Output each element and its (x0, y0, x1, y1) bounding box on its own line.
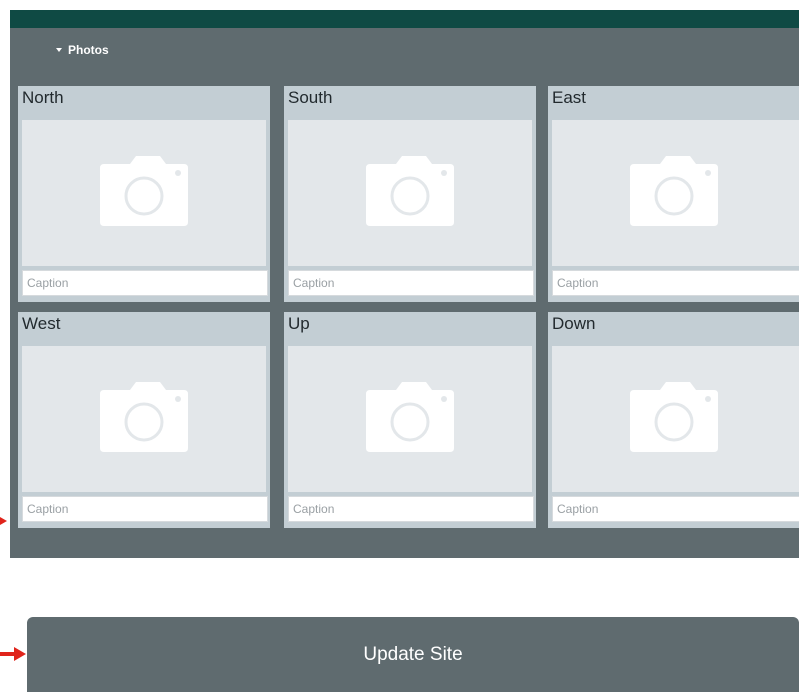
caret-down-icon (56, 48, 62, 52)
photo-card-title: Up (288, 314, 310, 333)
photo-drop-area[interactable] (22, 120, 266, 266)
caption-input[interactable] (288, 496, 534, 522)
caption-input[interactable] (22, 270, 268, 296)
photo-card-up: Up (284, 312, 536, 528)
photo-card-title: West (22, 314, 61, 333)
photo-card-title: East (552, 88, 587, 107)
photos-section-title: Photos (68, 43, 109, 57)
caption-input[interactable] (288, 270, 534, 296)
camera-icon (366, 156, 454, 226)
photo-drop-area[interactable] (288, 346, 532, 492)
photo-card-title: South (288, 88, 333, 107)
camera-icon (100, 382, 188, 452)
caption-input[interactable] (552, 496, 799, 522)
photo-card-west: West (18, 312, 270, 528)
update-site-button[interactable]: Update Site (27, 617, 799, 692)
photo-card-south: South (284, 86, 536, 302)
photo-card-title: North (22, 88, 64, 107)
photo-drop-area[interactable] (552, 346, 799, 492)
photo-drop-area[interactable] (552, 120, 799, 266)
caption-input[interactable] (22, 496, 268, 522)
photo-drop-area[interactable] (288, 120, 532, 266)
red-arrow-icon (0, 517, 7, 525)
photo-card-down: Down (548, 312, 799, 528)
photo-drop-area[interactable] (22, 346, 266, 492)
caption-input[interactable] (552, 270, 799, 296)
photo-card-north: North (18, 86, 270, 302)
camera-icon (100, 156, 188, 226)
top-header-bar (10, 10, 799, 28)
red-arrow-icon (0, 647, 26, 661)
photo-card-east: East (548, 86, 799, 302)
photo-card-title: Down (552, 314, 596, 333)
camera-icon (630, 156, 718, 226)
camera-icon (630, 382, 718, 452)
photos-section-toggle[interactable]: Photos (56, 43, 109, 57)
camera-icon (366, 382, 454, 452)
